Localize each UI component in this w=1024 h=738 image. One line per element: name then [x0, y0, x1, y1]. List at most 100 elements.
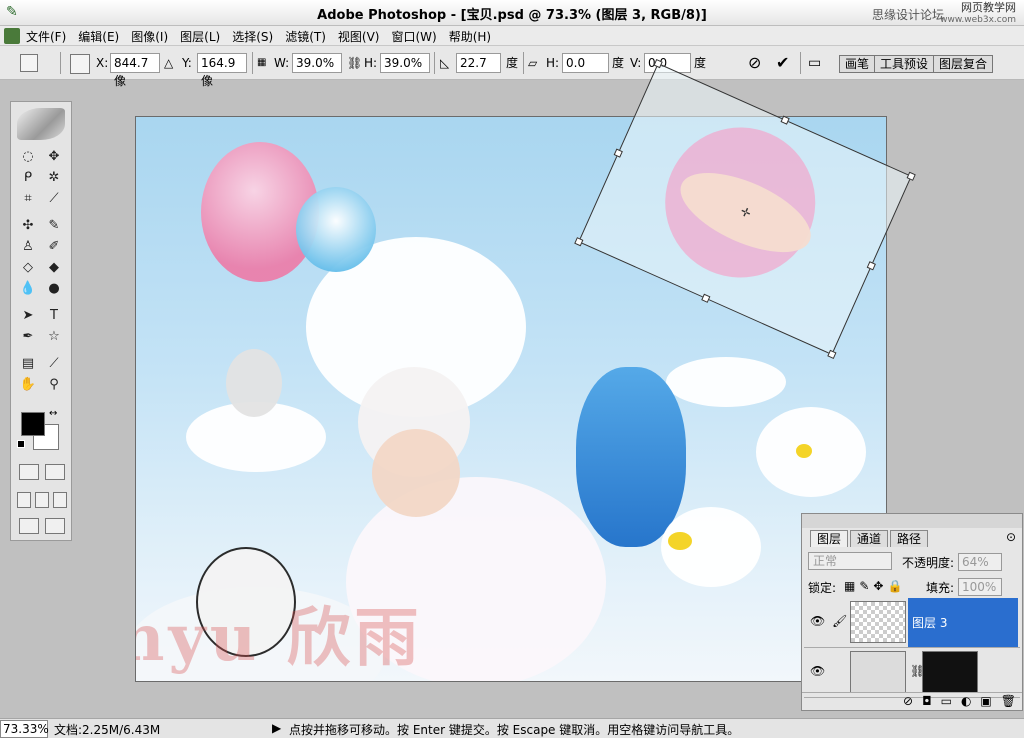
slice-tool-icon[interactable]: ⟋	[45, 190, 63, 208]
hand-tool-icon[interactable]: ✋	[19, 376, 37, 394]
clone-stamp-icon[interactable]: ♙	[19, 238, 37, 256]
status-menu-arrow-icon[interactable]: ▶	[272, 721, 281, 735]
menu-image[interactable]: 图像(I)	[131, 28, 168, 45]
link-icon[interactable]: ⛓	[347, 54, 362, 72]
zoom-input[interactable]: 73.33%	[0, 720, 49, 738]
shape-tool-icon[interactable]: ☆	[45, 328, 63, 346]
menu-file[interactable]: 文件(F)	[26, 28, 66, 45]
blue-toy	[576, 367, 686, 547]
menu-edit[interactable]: 编辑(E)	[78, 28, 119, 45]
menu-view[interactable]: 视图(V)	[338, 28, 380, 45]
w-label: W:	[274, 56, 290, 70]
edit-in-imageready-button[interactable]	[45, 518, 65, 534]
history-brush-icon[interactable]: ✐	[45, 238, 63, 256]
default-colors-icon[interactable]	[17, 440, 25, 448]
new-group-icon[interactable]: ▭	[941, 693, 952, 710]
separator	[252, 52, 253, 74]
tab-layers[interactable]: 图层	[810, 530, 849, 547]
add-mask-icon[interactable]: ◘	[922, 693, 932, 710]
pen-tool-icon[interactable]: ✒	[19, 328, 37, 346]
path-selection-icon[interactable]: ➤	[19, 307, 37, 325]
layer-thumbnail	[850, 601, 906, 643]
delete-layer-icon[interactable]: 🗑	[1001, 693, 1016, 710]
transform-handle[interactable]	[613, 148, 623, 158]
notes-tool-icon[interactable]: ▤	[19, 355, 37, 373]
crop-tool-icon[interactable]: ⌗	[19, 190, 37, 208]
palette-tab-brushes[interactable]: 画笔	[840, 56, 876, 72]
screen-mode-standard-button[interactable]	[17, 492, 31, 508]
marquee-tool-icon[interactable]: ◌	[19, 148, 37, 166]
doc-size[interactable]: 文档:2.25M/6.43M	[54, 721, 160, 738]
height-input[interactable]: 39.0%	[380, 53, 430, 73]
visibility-eye-icon[interactable]: 👁	[810, 664, 825, 678]
menu-window[interactable]: 窗口(W)	[391, 28, 436, 45]
daisy-center	[668, 532, 692, 550]
transform-handle[interactable]	[780, 115, 790, 125]
opacity-input[interactable]: 64%	[958, 553, 1002, 571]
menu-filter[interactable]: 滤镜(T)	[285, 28, 326, 45]
layer-name[interactable]: 图层 3	[912, 614, 947, 631]
lock-icons[interactable]: ▦✎✥🔒	[844, 579, 906, 593]
reference-point-icon[interactable]	[70, 54, 90, 74]
menu-layer[interactable]: 图层(L)	[180, 28, 220, 45]
healing-brush-icon[interactable]: ✣	[19, 217, 37, 235]
layer-mask-thumbnail[interactable]	[922, 651, 978, 693]
separator	[434, 52, 435, 74]
palette-menu-icon[interactable]: ⊙	[1006, 530, 1016, 544]
layer-row-selected[interactable]: 👁 🖌 图层 3	[804, 598, 1020, 648]
transform-handle[interactable]	[653, 58, 663, 69]
palette-tab-layer-comps[interactable]: 图层复合	[934, 56, 992, 72]
new-layer-icon[interactable]: ▣	[980, 693, 991, 710]
standard-mode-button[interactable]	[19, 464, 39, 480]
screen-mode-fullmenu-button[interactable]	[35, 492, 49, 508]
foreground-color-swatch[interactable]	[21, 412, 45, 436]
adjustment-layer-icon[interactable]: ◐	[961, 693, 971, 710]
screen-mode-full-button[interactable]	[53, 492, 67, 508]
y-input[interactable]: 164.9 像	[197, 53, 247, 88]
skew-icon: ▱	[528, 56, 538, 70]
move-tool-icon[interactable]: ✥	[45, 148, 63, 166]
x-input[interactable]: 844.7 像	[110, 53, 160, 88]
tab-paths[interactable]: 路径	[890, 530, 929, 547]
hskew-input[interactable]: 0.0	[562, 53, 609, 73]
blend-mode-select[interactable]: 正常	[808, 552, 892, 570]
ps-logo-icon	[4, 28, 20, 44]
toolbox: ◌ ✥ ᑭ ✲ ⌗ ⟋ ✣ ✎ ♙ ✐ ◇ ◆ 💧 ● ➤ T ✒ ☆ ▤ ⟋ …	[10, 101, 72, 541]
menu-help[interactable]: 帮助(H)	[449, 28, 491, 45]
mouse-toy	[226, 349, 282, 417]
width-input[interactable]: 39.0%	[292, 53, 342, 73]
lasso-tool-icon[interactable]: ᑭ	[19, 169, 37, 187]
eraser-tool-icon[interactable]: ◇	[19, 259, 37, 277]
visibility-eye-icon[interactable]: 👁	[810, 614, 825, 628]
cancel-transform-icon[interactable]: ⊘	[748, 54, 761, 72]
transform-handle[interactable]	[906, 171, 916, 181]
menu-select[interactable]: 选择(S)	[232, 28, 273, 45]
angle-input[interactable]: 22.7	[456, 53, 501, 73]
palette-titlebar[interactable]	[802, 514, 1022, 528]
paint-bucket-icon[interactable]: ◆	[45, 259, 63, 277]
commit-transform-icon[interactable]: ✔	[776, 54, 789, 72]
delta-icon[interactable]: △	[164, 54, 173, 72]
palette-tab-tool-presets[interactable]: 工具预设	[875, 56, 935, 72]
eyedropper-icon[interactable]: ⟋	[45, 355, 63, 373]
tool-preset-icon[interactable]	[20, 54, 38, 72]
options-bar: X: 844.7 像 △ Y: 164.9 像 ▦ W: 39.0% ⛓ H: …	[0, 46, 1024, 88]
fill-input[interactable]: 100%	[958, 578, 1002, 596]
magic-wand-icon[interactable]: ✲	[45, 169, 63, 187]
link-layers-icon[interactable]: ⊘	[903, 693, 913, 710]
layer-row[interactable]: 👁 ⛓	[804, 648, 1020, 698]
type-tool-icon[interactable]: T	[45, 307, 63, 325]
quick-mask-button[interactable]	[45, 464, 65, 480]
blue-balloon	[296, 187, 376, 272]
swap-colors-icon[interactable]: ↔	[49, 408, 57, 419]
zoom-tool-icon[interactable]: ⚲	[45, 376, 63, 394]
tab-channels[interactable]: 通道	[850, 530, 889, 547]
brush-tool-icon[interactable]: ✎	[45, 217, 63, 235]
blur-tool-icon[interactable]: 💧	[19, 280, 37, 298]
dodge-tool-icon[interactable]: ●	[45, 280, 63, 298]
file-browser-icon[interactable]: ▭	[808, 54, 821, 72]
vskew-unit: 度	[694, 56, 707, 70]
imageready-jump-button[interactable]	[19, 518, 39, 534]
lock-label: 锁定:	[808, 581, 837, 595]
status-hint: 点按并拖移可移动。按 Enter 键提交。按 Escape 键取消。用空格键访问…	[289, 723, 740, 737]
